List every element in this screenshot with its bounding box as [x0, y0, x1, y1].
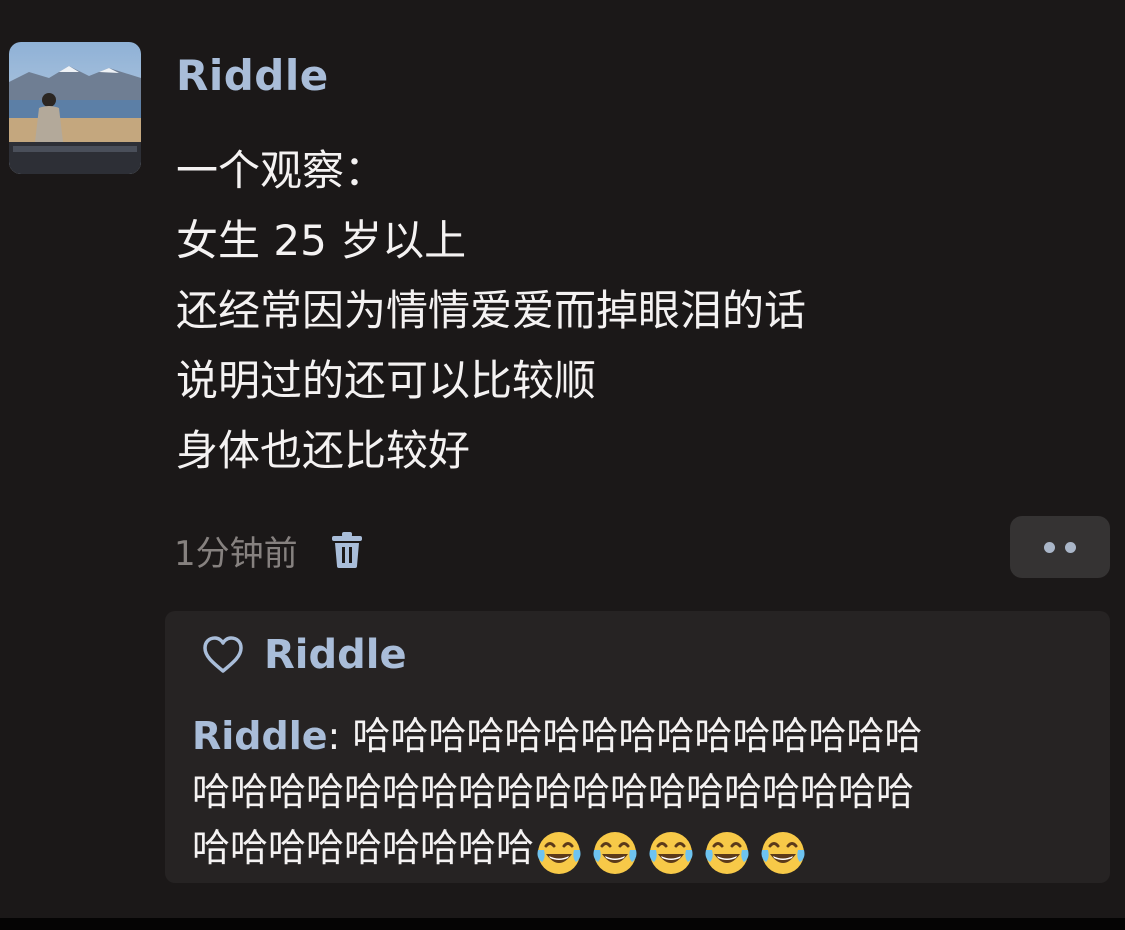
more-options-button[interactable] — [1010, 516, 1110, 578]
likes-row: Riddle — [202, 628, 407, 682]
emoji-group — [534, 823, 814, 879]
heart-outline-icon — [202, 634, 244, 676]
comment-text: 哈哈哈哈哈哈哈哈哈哈哈哈哈哈哈哈哈哈哈 — [192, 770, 915, 814]
tears-of-joy-icon — [649, 832, 693, 874]
post-line: 说明过的还可以比较顺 — [176, 356, 597, 405]
post-line: 身体也还比较好 — [176, 426, 471, 475]
comment-text: 哈哈哈哈哈哈哈哈哈哈哈哈哈哈哈 — [352, 714, 923, 758]
comment-line: 哈哈哈哈哈哈哈哈哈 — [192, 820, 1092, 876]
comment-line: Riddle: 哈哈哈哈哈哈哈哈哈哈哈哈哈哈哈 — [192, 708, 1092, 764]
comment-separator: : — [327, 714, 353, 758]
dot-icon — [1065, 541, 1076, 553]
tears-of-joy-icon — [761, 832, 805, 874]
trash-icon[interactable] — [328, 529, 366, 571]
post-line: 一个观察： — [176, 146, 387, 195]
dot-icon — [1044, 541, 1055, 553]
post-author-name[interactable]: Riddle — [176, 50, 329, 102]
post-line: 还经常因为情情爱爱而掉眼泪的话 — [176, 286, 807, 335]
comment-text: 哈哈哈哈哈哈哈哈哈 — [192, 826, 535, 870]
liker-name[interactable]: Riddle — [264, 632, 407, 678]
tears-of-joy-icon — [593, 832, 637, 874]
tears-of-joy-icon — [537, 832, 581, 874]
comment-author[interactable]: Riddle — [192, 714, 328, 758]
post-body: 一个观察： 女生 25 岁以上 还经常因为情情爱爱而掉眼泪的话 说明过的还可以比… — [176, 136, 1076, 486]
comment[interactable]: Riddle: 哈哈哈哈哈哈哈哈哈哈哈哈哈哈哈 哈哈哈哈哈哈哈哈哈哈哈哈哈哈哈哈… — [192, 708, 1092, 876]
comment-line: 哈哈哈哈哈哈哈哈哈哈哈哈哈哈哈哈哈哈哈 — [192, 764, 1092, 820]
post-timestamp: 1分钟前 — [174, 533, 298, 574]
bottom-edge — [0, 918, 1125, 930]
avatar[interactable] — [9, 42, 141, 174]
tears-of-joy-icon — [705, 832, 749, 874]
post-line: 女生 25 岁以上 — [176, 216, 467, 265]
post-meta-row: 1分钟前 — [174, 524, 366, 576]
